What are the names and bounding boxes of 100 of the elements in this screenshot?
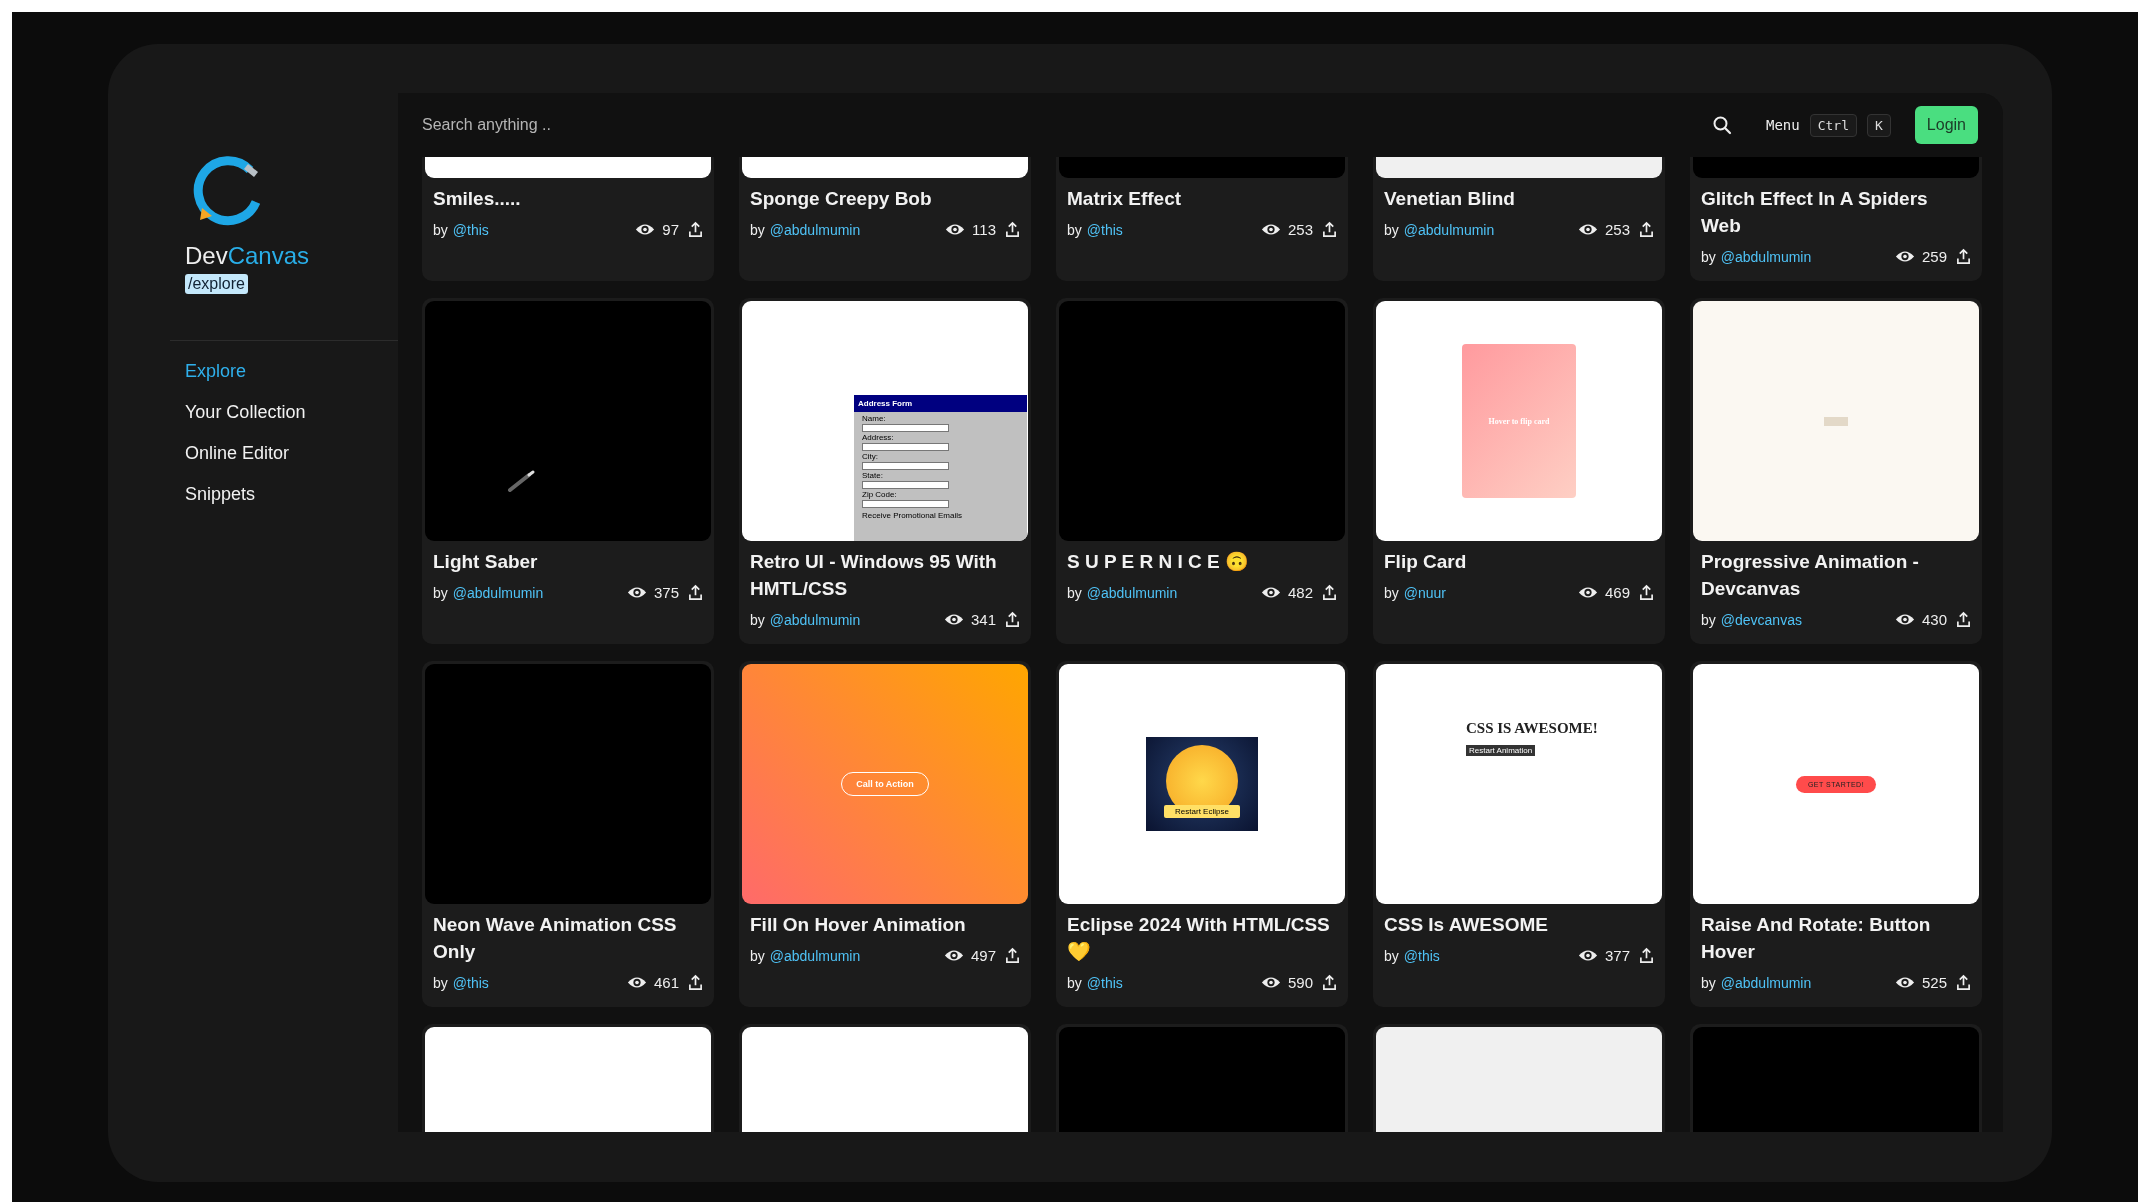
share-icon[interactable] [688, 584, 703, 601]
share-icon[interactable] [1639, 584, 1654, 601]
card-preview[interactable]: Address Form Name: Address: City: State: Zip Code: Receive Promotional Emails [742, 301, 1028, 541]
eye-icon [1894, 975, 1915, 990]
author-link[interactable]: @this [1403, 947, 1440, 964]
card-title: Light Saber [433, 550, 539, 574]
share-icon[interactable] [1956, 611, 1971, 628]
view-count: 497 [970, 947, 996, 964]
form-label: Zip Code: [862, 490, 898, 499]
card-title: Retro UI - Windows 95 With HMTL/CSS [750, 550, 998, 601]
share-icon[interactable] [688, 974, 703, 991]
by-label: by [1384, 221, 1399, 238]
form-label: Address: [862, 433, 895, 442]
author-link[interactable]: @abdulmumin [452, 584, 544, 601]
author-link[interactable]: @this [1086, 221, 1123, 238]
view-count: 469 [1604, 584, 1630, 601]
project-card[interactable]: S U P E R N I C E 🙃 by @abdulmumin 482 [1056, 298, 1348, 644]
view-count: 97 [662, 221, 679, 238]
by-label: by [1067, 584, 1082, 601]
flip-card-label: Hover to flip card [1488, 416, 1550, 426]
author-link[interactable]: @nuur [1403, 584, 1447, 601]
share-icon[interactable] [1322, 221, 1337, 238]
share-icon[interactable] [1005, 221, 1020, 238]
form-label: City: [862, 452, 879, 461]
view-count: 430 [1921, 611, 1947, 628]
login-button[interactable]: Login [1914, 106, 1978, 144]
card-title: Fill On Hover Animation [750, 913, 967, 937]
eye-icon [1577, 222, 1598, 237]
by-label: by [1701, 974, 1716, 991]
author-link[interactable]: @abdulmumin [1720, 974, 1812, 991]
nav-link[interactable]: Explore [185, 361, 247, 382]
by-label: by [750, 611, 765, 628]
menu-label[interactable]: Menu [1766, 117, 1800, 133]
card-preview[interactable]: CSS IS AWESOME! Restart Animation [1376, 664, 1662, 904]
view-count: 461 [653, 974, 679, 991]
share-icon[interactable] [1956, 248, 1971, 265]
by-label: by [1384, 947, 1399, 964]
by-label: by [433, 221, 448, 238]
author-link[interactable]: @abdulmumin [1720, 248, 1812, 265]
eye-icon [1260, 222, 1281, 237]
nav-link[interactable]: Your Collection [185, 402, 306, 423]
project-card[interactable]: Light Saber by @abdulmumin 375 [422, 298, 714, 644]
share-icon[interactable] [1322, 584, 1337, 601]
nav-link[interactable]: Snippets [185, 484, 256, 505]
share-icon[interactable] [1956, 974, 1971, 991]
project-card[interactable]: Glitch Effect In A Spiders Web by @abdulmumin 259 [1690, 157, 1982, 281]
author-link[interactable]: @this [452, 974, 489, 991]
path-badge: /explore [185, 274, 248, 294]
project-card[interactable]: Hover to flip card Flip Card by @nuur 469 [1373, 298, 1665, 644]
card-title: Glitch Effect In A Spiders Web [1701, 187, 1929, 238]
eye-icon [1894, 612, 1915, 627]
card-title: Smiles..... [433, 187, 522, 211]
preview-button: Restart Eclipse [1164, 805, 1240, 818]
share-icon[interactable] [1322, 974, 1337, 991]
author-link[interactable]: @abdulmumin [769, 221, 861, 238]
project-card[interactable]: Progressive Animation - Devcanvas by @devcanvas 430 [1690, 298, 1982, 644]
eye-icon [626, 585, 647, 600]
by-label: by [1384, 584, 1399, 601]
author-link[interactable]: @abdulmumin [769, 611, 861, 628]
view-count: 525 [1921, 974, 1947, 991]
shortcut-key: Ctrl [1809, 113, 1857, 137]
eye-icon [943, 612, 964, 627]
project-card[interactable]: Smiles..... by @this 97 [422, 157, 714, 281]
by-label: by [750, 947, 765, 964]
author-link[interactable]: @abdulmumin [769, 947, 861, 964]
share-icon[interactable] [1639, 947, 1654, 964]
by-label: by [433, 584, 448, 601]
card-title: Flip Card [1384, 550, 1468, 574]
author-link[interactable]: @abdulmumin [1086, 584, 1178, 601]
project-card[interactable]: Restart Eclipse Eclipse 2024 With HTML/CSS 💛 by @this 590 [1056, 661, 1348, 1007]
author-link[interactable]: @devcanvas [1720, 611, 1802, 628]
card-preview[interactable]: Restart Eclipse [1059, 664, 1345, 904]
card-title: Eclipse 2024 With HTML/CSS 💛 [1067, 913, 1331, 964]
view-count: 113 [972, 221, 996, 238]
view-count: 590 [1287, 974, 1313, 991]
share-icon[interactable] [1639, 221, 1654, 238]
preview-heading: CSS IS AWESOME! [1466, 720, 1598, 737]
project-card[interactable]: Call to Action Fill On Hover Animation by @abdulmumin 497 [739, 661, 1031, 1007]
preview-button: Restart Animation [1466, 745, 1536, 756]
author-link[interactable]: @this [1086, 974, 1123, 991]
eye-icon [945, 222, 966, 237]
project-card[interactable]: CSS IS AWESOME! Restart Animation CSS Is AWESOME by @this 377 [1373, 661, 1665, 1007]
share-icon[interactable] [1005, 611, 1020, 628]
search-icon[interactable] [1712, 115, 1732, 135]
project-card[interactable]: Neon Wave Animation CSS Only by @this 461 [422, 661, 714, 1007]
share-icon[interactable] [1005, 947, 1020, 964]
by-label: by [1701, 611, 1716, 628]
by-label: by [433, 974, 448, 991]
share-icon[interactable] [688, 221, 703, 238]
project-card[interactable]: Matrix Effect by @this 253 [1056, 157, 1348, 281]
project-card[interactable]: Sponge Creepy Bob by @abdulmumin 113 [739, 157, 1031, 281]
nav-link[interactable]: Online Editor [185, 443, 290, 464]
form-label: Name: [862, 414, 887, 423]
shortcut-key: K [1867, 113, 1891, 137]
search-field[interactable]: Search anything .. [420, 109, 1702, 141]
author-link[interactable]: @this [452, 221, 489, 238]
eye-icon [626, 975, 647, 990]
project-card[interactable]: Venetian Blind by @abdulmumin 253 [1373, 157, 1665, 281]
project-card[interactable]: Address Form Name: Address: City: State: Zip Code: Receive Promotional Emails Retro UI - Windows 95 With HMTL/CSS by @abdulmumin 341 [739, 298, 1031, 644]
author-link[interactable]: @abdulmumin [1403, 221, 1495, 238]
